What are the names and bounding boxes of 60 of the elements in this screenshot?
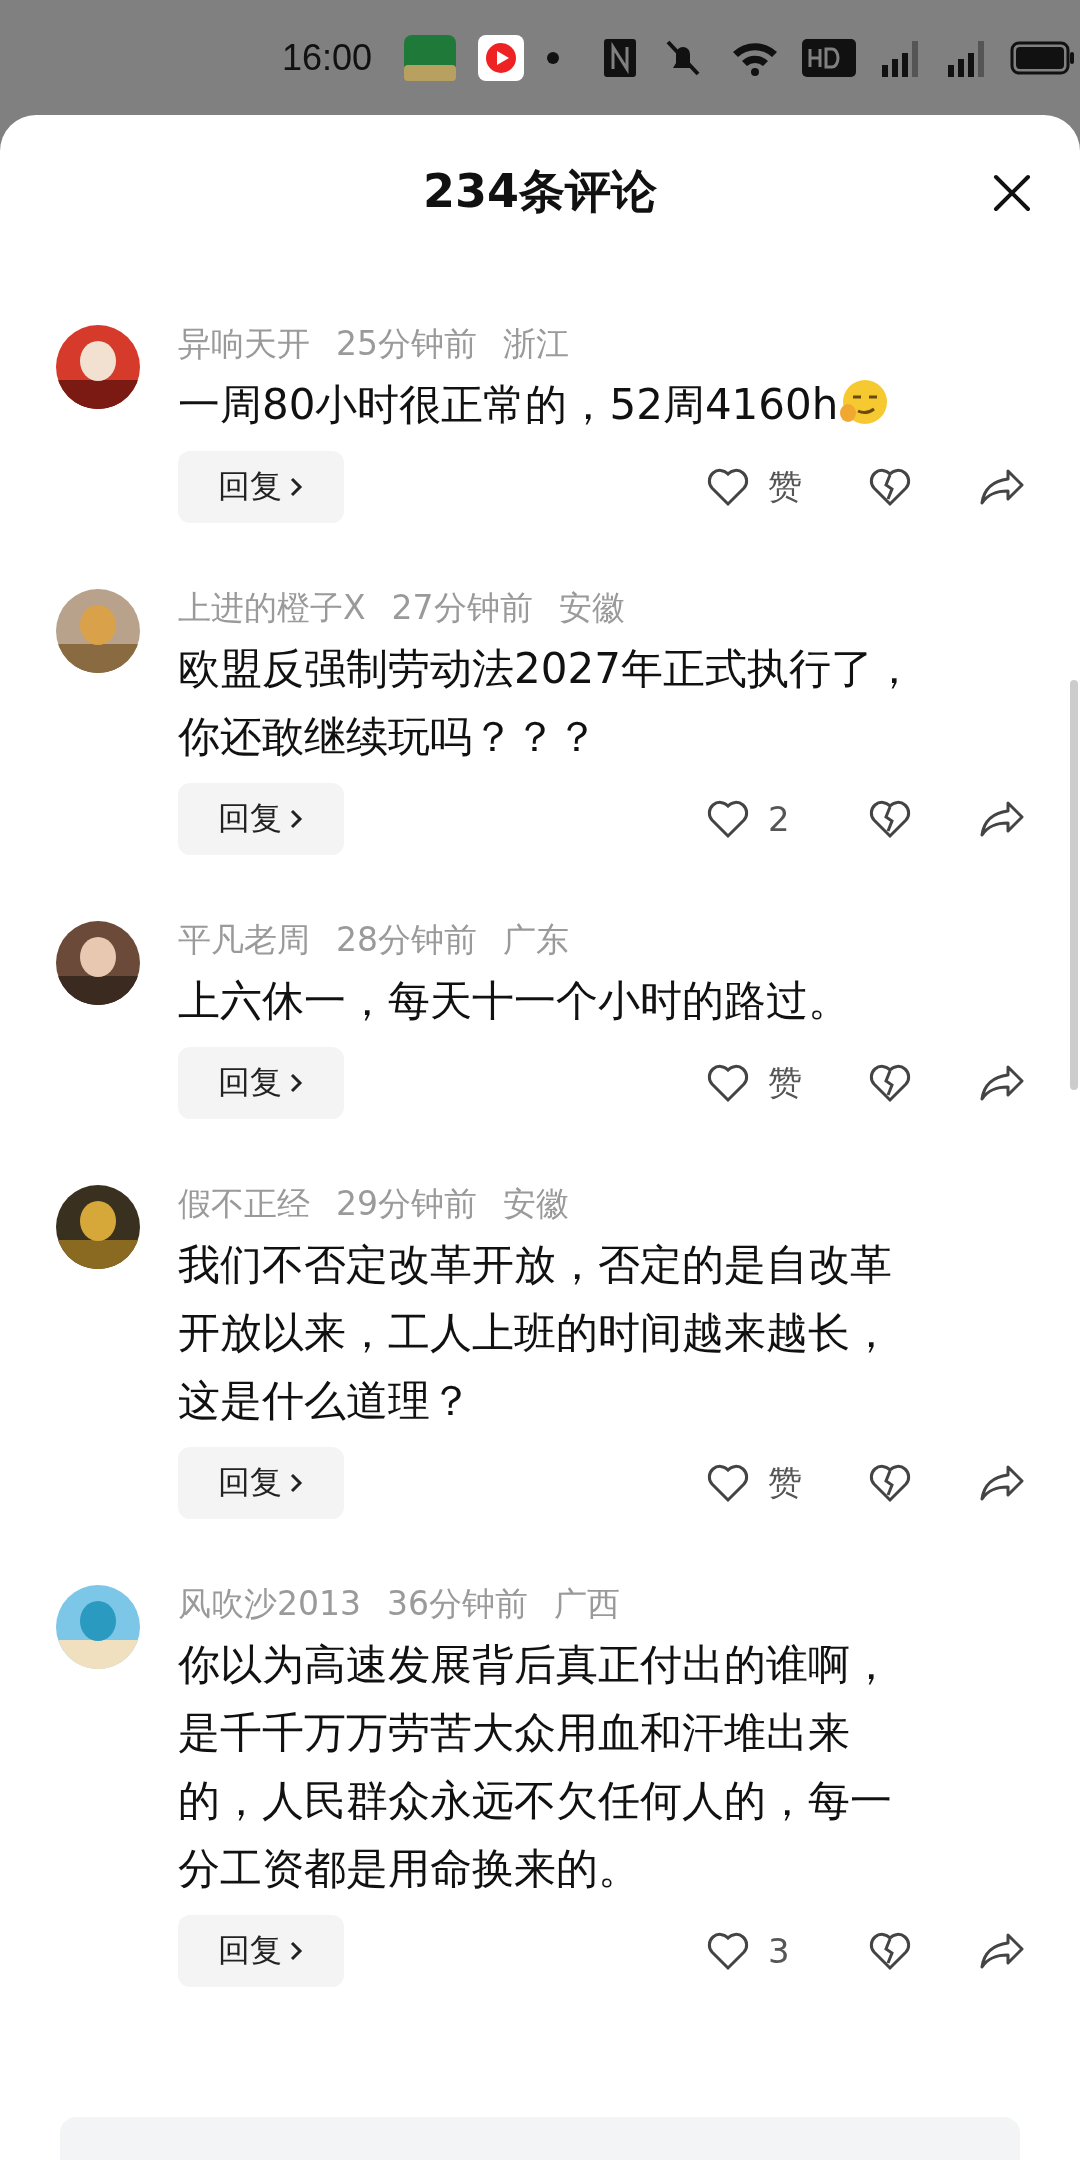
like-count: 赞: [768, 465, 802, 508]
chevron-icon: [288, 475, 304, 499]
share-icon[interactable]: [980, 1463, 1026, 1503]
like-button[interactable]: 2: [706, 799, 868, 839]
comment-text: 一周80小时很正常的，52周4160h: [178, 380, 839, 429]
sheet-title: 234条评论: [423, 163, 657, 220]
hd-icon: [802, 38, 857, 77]
like-button[interactable]: 3: [706, 1931, 868, 1971]
reply-button[interactable]: 回复: [178, 451, 344, 523]
reply-button[interactable]: 回复: [178, 1915, 344, 1987]
share-icon[interactable]: [980, 1931, 1026, 1971]
battery-icon: [1010, 40, 1077, 75]
broken-heart-icon[interactable]: [868, 799, 912, 839]
dot-icon: [546, 50, 561, 65]
like-count: 赞: [768, 1461, 802, 1504]
like-button[interactable]: 赞: [706, 464, 868, 510]
share-icon[interactable]: [980, 1063, 1026, 1103]
app-notification-icon: [404, 34, 457, 81]
heart-icon: [706, 467, 750, 507]
heart-icon: [706, 1463, 750, 1503]
broken-heart-icon[interactable]: [868, 1931, 912, 1971]
comment-region: 广东: [503, 918, 569, 961]
broken-heart-icon[interactable]: [868, 467, 912, 507]
share-icon[interactable]: [980, 467, 1026, 507]
clock: 16:00: [282, 36, 373, 79]
reply-button[interactable]: 回复: [178, 1447, 344, 1519]
comment-text: 欧盟反强制劳动法2027年正式执行了，你还敢继续玩吗？？？: [178, 644, 915, 761]
chevron-icon: [288, 1939, 304, 1963]
comment-time: 29分钟前: [336, 1182, 477, 1225]
comment-time: 25分钟前: [336, 322, 477, 365]
smirk-emoji-icon: [838, 377, 889, 427]
reply-button[interactable]: 回复: [178, 783, 344, 855]
comment-time: 27分钟前: [391, 586, 533, 629]
chevron-icon: [288, 1071, 304, 1095]
comment-text: 上六休一，每天十一个小时的路过。: [178, 976, 850, 1025]
close-icon[interactable]: [992, 173, 1032, 213]
comment-region: 广西: [554, 1582, 620, 1625]
comment-region: 浙江: [503, 322, 569, 365]
comment-time: 36分钟前: [387, 1582, 528, 1625]
comment-text: 我们不否定改革开放，否定的是自改革开放以来，工人上班的时间越来越长，这是什么道理？: [178, 1240, 892, 1425]
reply-button[interactable]: 回复: [178, 1047, 344, 1119]
like-button[interactable]: 赞: [706, 1060, 868, 1106]
video-app-icon: [478, 34, 525, 81]
comment-region: 安徽: [503, 1182, 569, 1225]
nfc-icon: [604, 38, 637, 77]
heart-icon: [706, 799, 750, 839]
comment-region: 安徽: [558, 586, 625, 629]
share-icon[interactable]: [980, 799, 1026, 839]
comment-time: 28分钟前: [336, 918, 477, 961]
chevron-icon: [288, 807, 304, 831]
like-count: 3: [768, 1931, 790, 1971]
like-count: 赞: [768, 1061, 802, 1104]
heart-icon: [706, 1931, 750, 1971]
broken-heart-icon[interactable]: [868, 1463, 912, 1503]
comment-text: 你以为高速发展背后真正付出的谁啊，是千千万万劳苦大众用血和汗堆出来的，人民群众永远不欠任何人的，每一分工资都是用命换来的。: [178, 1640, 892, 1893]
broken-heart-icon[interactable]: [868, 1063, 912, 1103]
like-button[interactable]: 赞: [706, 1460, 868, 1506]
like-count: 2: [768, 799, 790, 839]
heart-icon: [706, 1063, 750, 1103]
chevron-icon: [288, 1471, 304, 1495]
